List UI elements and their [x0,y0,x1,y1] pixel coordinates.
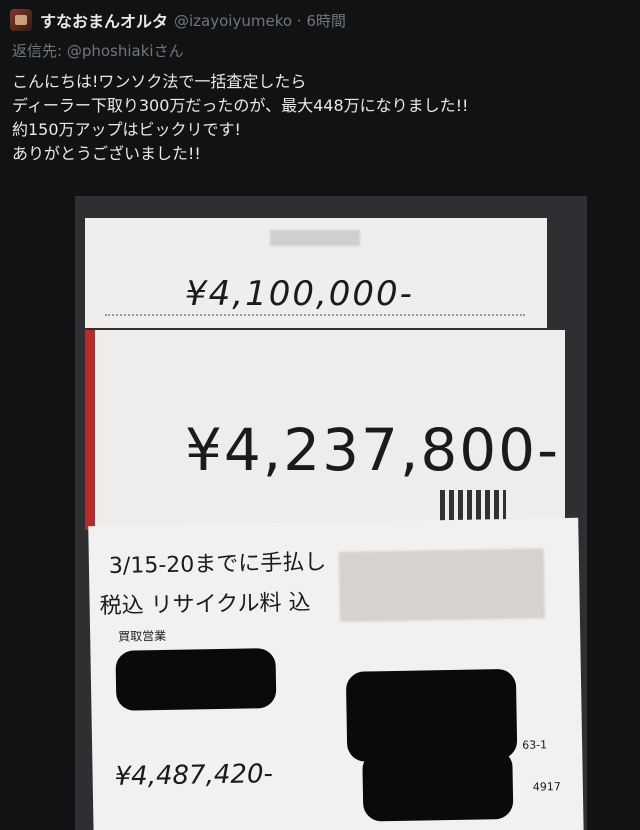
redacted-area [362,748,514,822]
redacted-area [345,668,518,762]
card2-amount: ¥4,237,800- [185,416,561,484]
post-text-line: ディーラー下取り300万だったのが、最大448万になりました!! [12,96,469,115]
post-text-line: ありがとうございました!! [12,144,201,163]
estimate-card-2: ¥4,237,800- [85,330,565,530]
card3-amount: ¥4,487,420- [114,759,274,792]
card3-note-line2: 税込 リサイクル料 込 [99,590,311,620]
estimate-card-3: 3/15-20までに手払し 税込 リサイクル料 込 買取営業 63-1 4917… [88,517,584,830]
card3-note-line1: 3/15-20までに手払し [108,550,327,579]
redacted-area [338,548,545,622]
avatar[interactable] [10,9,32,31]
card3-code-1: 63-1 [522,738,548,752]
dotted-line [105,314,525,316]
handle-and-time[interactable]: @izayoiyumeko · 6時間 [174,10,346,31]
estimate-card-1: ¥4,100,000- [85,218,547,328]
redacted-area [270,230,360,246]
attached-photo[interactable]: ¥4,100,000- ¥4,237,800- 3/15-20までに手払し 税込… [75,196,587,830]
post-text-line: 約150万アップはビックリです! [12,120,241,139]
reply-mention-link[interactable]: @phoshiakiさん [67,42,184,60]
post-header: すなおまんオルタ @izayoiyumeko · 6時間 [10,6,346,34]
card3-label: 買取営業 [118,628,167,644]
post-text-line: こんにちは!ワンソク法で一括査定したら [12,72,307,91]
post-text: こんにちは!ワンソク法で一括査定したら ディーラー下取り300万だったのが、最大… [12,70,622,166]
card1-amount: ¥4,100,000- [185,274,414,314]
card3-code-2: 4917 [532,780,561,794]
reply-prefix: 返信先: [12,42,63,60]
display-name[interactable]: すなおまんオルタ [40,8,168,32]
reply-context: 返信先: @phoshiakiさん [12,40,184,61]
redacted-area [115,648,277,711]
